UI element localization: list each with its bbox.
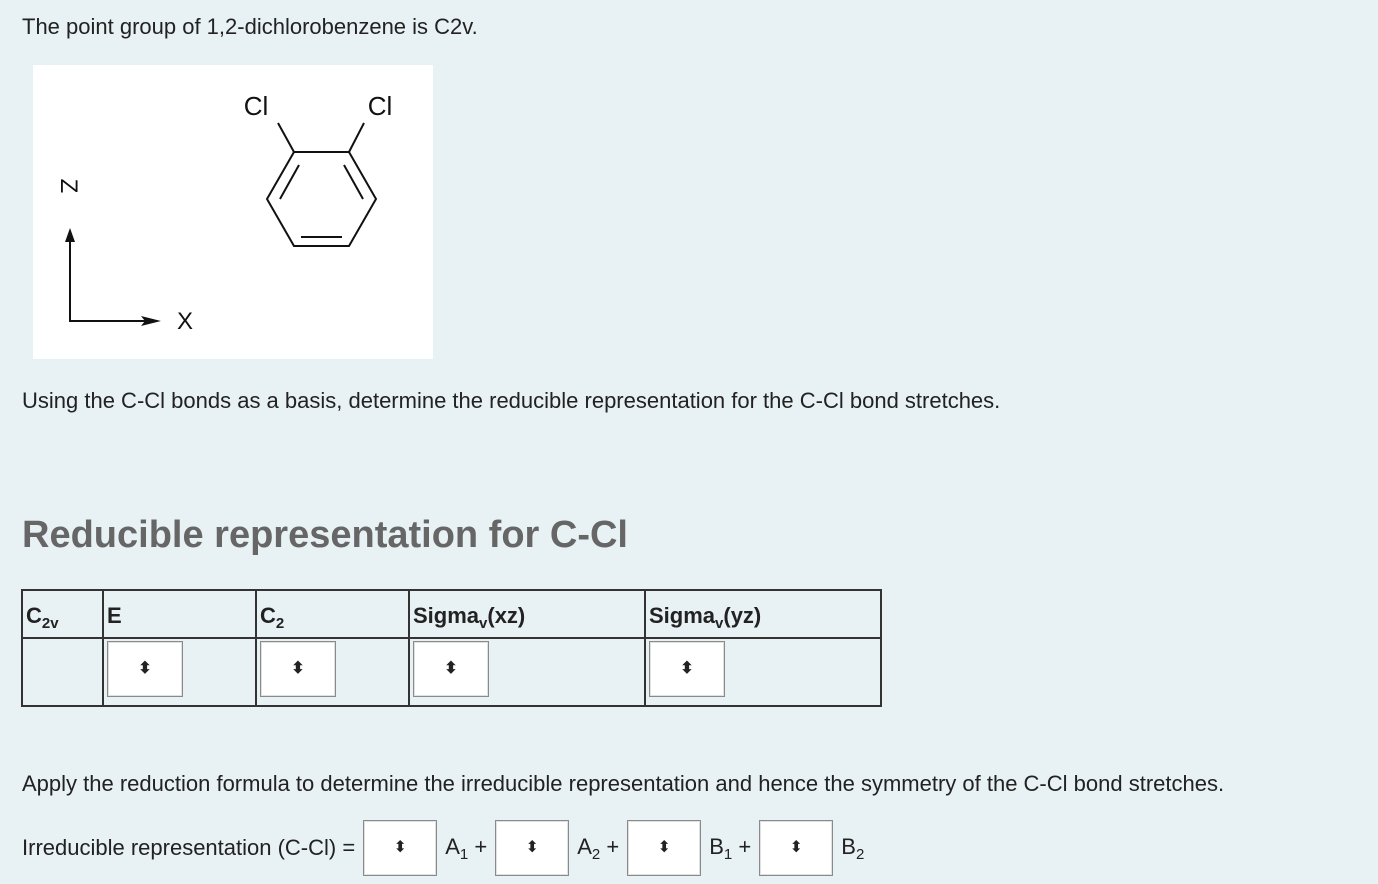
- reduction-instruction: Apply the reduction formula to determine…: [22, 771, 1225, 796]
- molecule-figure: Cl Cl Z X: [33, 65, 433, 359]
- select-b2-coefficient[interactable]: ⬍: [759, 820, 834, 876]
- value-cell-sigma-yz: ⬍: [644, 637, 882, 707]
- select-arrows-icon: ⬍: [393, 839, 407, 856]
- axis-z-label: Z: [55, 179, 82, 194]
- term-b2-sub: 2: [855, 845, 865, 863]
- term-b2-main: B: [841, 833, 856, 859]
- axis-x-label: X: [177, 308, 193, 335]
- value-cell-sigma-xz: ⬍: [408, 637, 646, 707]
- header-sigma-yz-post: (yz): [723, 603, 762, 628]
- intro-text: The point group of 1,2-dichlorobenzene i…: [22, 14, 478, 39]
- irreducible-label: Irreducible representation (C-Cl) =: [22, 835, 356, 860]
- c-cl-bond-right: [348, 122, 365, 153]
- term-a1-sub: 1: [459, 845, 469, 863]
- irreducible-representation-row: Irreducible representation (C-Cl) = ⬍ A1…: [22, 820, 864, 876]
- select-a1-coefficient[interactable]: ⬍: [363, 820, 438, 876]
- pg-main: C: [26, 603, 42, 628]
- term-a2-main: A: [577, 833, 592, 859]
- header-sigma-xz-pre: Sigma: [413, 603, 480, 628]
- header-sigma-xz-post: (xz): [487, 603, 526, 628]
- question-text: Using the C-Cl bonds as a basis, determi…: [22, 388, 1001, 413]
- term-a1-main: A: [445, 833, 460, 859]
- dichlorobenzene-structure: Cl Cl Z X: [55, 91, 393, 335]
- benzene-ring: [265, 151, 378, 247]
- select-b1-coefficient[interactable]: ⬍: [627, 820, 702, 876]
- select-arrows-icon: ⬍: [789, 839, 803, 856]
- header-sigma-yz-pre: Sigma: [649, 603, 716, 628]
- term-b1: B1 +: [709, 834, 751, 863]
- point-group-cell: C2v: [21, 589, 104, 639]
- header-c2-main: C: [260, 603, 276, 628]
- section-heading: Reducible representation for C-Cl: [22, 514, 628, 556]
- select-arrows-icon: ⬍: [525, 839, 539, 856]
- select-sigma-yz[interactable]: ⬍: [649, 641, 725, 697]
- z-axis-arrow: [65, 228, 75, 242]
- select-arrows-icon: ⬍: [291, 660, 305, 677]
- table-header-row: C2v E C2 Sigmav(xz) Sigmav(yz): [21, 589, 882, 639]
- term-a2: A2 +: [577, 834, 619, 863]
- pg-sub: 2v: [41, 615, 59, 632]
- select-arrows-icon: ⬍: [657, 839, 671, 856]
- term-a1-plus: +: [474, 833, 488, 859]
- cl-right-label: Cl: [368, 91, 393, 121]
- table-value-row: ⬍ ⬍ ⬍ ⬍: [21, 637, 882, 707]
- header-e: E: [102, 589, 257, 639]
- select-a2-coefficient[interactable]: ⬍: [495, 820, 570, 876]
- term-a2-plus: +: [606, 833, 620, 859]
- term-a2-sub: 2: [591, 845, 601, 863]
- header-sigma-yz: Sigmav(yz): [644, 589, 882, 639]
- select-arrows-icon: ⬍: [680, 660, 694, 677]
- value-cell-e: ⬍: [102, 637, 257, 707]
- cl-left-label: Cl: [244, 91, 269, 121]
- select-c2[interactable]: ⬍: [260, 641, 336, 697]
- reducible-representation-table: C2v E C2 Sigmav(xz) Sigmav(yz) ⬍ ⬍ ⬍ ⬍: [21, 589, 882, 707]
- header-e-label: E: [107, 603, 122, 628]
- select-sigma-xz[interactable]: ⬍: [413, 641, 489, 697]
- header-c2: C2: [255, 589, 410, 639]
- select-arrows-icon: ⬍: [444, 660, 458, 677]
- term-a1: A1 +: [445, 834, 487, 863]
- header-c2-sub: 2: [275, 615, 285, 632]
- term-b1-main: B: [709, 833, 724, 859]
- term-b1-sub: 1: [723, 845, 733, 863]
- select-e[interactable]: ⬍: [107, 641, 183, 697]
- term-b2: B2: [841, 834, 864, 863]
- header-sigma-xz: Sigmav(xz): [408, 589, 646, 639]
- select-arrows-icon: ⬍: [138, 660, 152, 677]
- term-b1-plus: +: [738, 833, 752, 859]
- value-cell-c2: ⬍: [255, 637, 410, 707]
- empty-value-cell: [21, 637, 104, 707]
- c-cl-bond-left: [277, 122, 295, 153]
